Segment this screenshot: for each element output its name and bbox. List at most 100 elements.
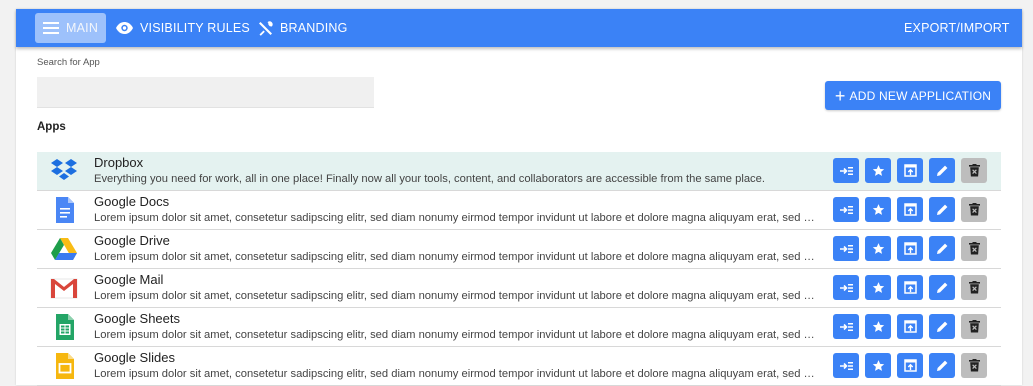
open-button[interactable] xyxy=(897,353,923,378)
edit-pencil-icon xyxy=(936,321,947,332)
move-icon xyxy=(840,322,853,331)
app-description: Lorem ipsum dolor sit amet, consetetur s… xyxy=(94,329,818,341)
tab-branding-label: BRANDING xyxy=(280,21,348,35)
star-icon xyxy=(872,321,884,332)
tab-main[interactable]: MAIN xyxy=(35,13,107,43)
edit-button[interactable] xyxy=(929,314,955,339)
app-window: MAIN VISIBILITY RULES BRANDING EXPORT/IM… xyxy=(16,9,1022,386)
favorite-button[interactable] xyxy=(865,353,891,378)
edit-pencil-icon xyxy=(936,165,947,176)
move-button[interactable] xyxy=(833,314,859,339)
app-name: Google Docs xyxy=(94,194,170,209)
delete-button[interactable] xyxy=(961,275,987,300)
add-new-application-button[interactable]: + ADD NEW APPLICATION xyxy=(825,81,1001,110)
app-row-google-drive[interactable]: Google Drive Lorem ipsum dolor sit amet,… xyxy=(37,230,1001,269)
edit-button[interactable] xyxy=(929,197,955,222)
tab-branding[interactable]: BRANDING xyxy=(258,13,348,43)
row-actions xyxy=(833,353,987,378)
edit-button[interactable] xyxy=(929,236,955,261)
delete-trash-icon xyxy=(968,281,980,294)
delete-button[interactable] xyxy=(961,314,987,339)
search-input[interactable] xyxy=(37,77,374,108)
star-icon xyxy=(872,204,884,215)
favorite-button[interactable] xyxy=(865,314,891,339)
apps-list: Dropbox Everything you need for work, al… xyxy=(37,152,1001,386)
open-in-new-icon xyxy=(903,203,917,216)
move-button[interactable] xyxy=(833,236,859,261)
row-actions xyxy=(833,314,987,339)
eye-icon xyxy=(116,22,133,34)
favorite-button[interactable] xyxy=(865,197,891,222)
open-in-new-icon xyxy=(903,242,917,255)
open-in-new-icon xyxy=(903,281,917,294)
move-button[interactable] xyxy=(833,275,859,300)
edit-pencil-icon xyxy=(936,282,947,293)
app-row-google-mail[interactable]: Google Mail Lorem ipsum dolor sit amet, … xyxy=(37,269,1001,308)
move-icon xyxy=(840,205,853,214)
favorite-button[interactable] xyxy=(865,236,891,261)
star-icon xyxy=(872,282,884,293)
move-icon xyxy=(840,166,853,175)
edit-button[interactable] xyxy=(929,275,955,300)
move-button[interactable] xyxy=(833,353,859,378)
favorite-button[interactable] xyxy=(865,275,891,300)
app-name: Google Sheets xyxy=(94,311,181,326)
row-actions xyxy=(833,275,987,300)
app-row-google-sheets[interactable]: Google Sheets Lorem ipsum dolor sit amet… xyxy=(37,308,1001,347)
move-button[interactable] xyxy=(833,197,859,222)
delete-button[interactable] xyxy=(961,236,987,261)
move-icon xyxy=(840,361,853,370)
app-description: Lorem ipsum dolor sit amet, consetetur s… xyxy=(94,290,818,302)
star-icon xyxy=(872,243,884,254)
delete-button[interactable] xyxy=(961,158,987,183)
top-navigation-bar: MAIN VISIBILITY RULES BRANDING EXPORT/IM… xyxy=(16,9,1022,47)
edit-pencil-icon xyxy=(936,243,947,254)
edit-button[interactable] xyxy=(929,353,955,378)
app-description: Everything you need for work, all in one… xyxy=(94,173,765,185)
move-icon xyxy=(840,283,853,292)
export-import-label: EXPORT/IMPORT xyxy=(904,21,1010,35)
open-in-new-icon xyxy=(903,164,917,177)
open-button[interactable] xyxy=(897,197,923,222)
row-actions xyxy=(833,197,987,222)
search-label: Search for App xyxy=(37,57,100,68)
app-description: Lorem ipsum dolor sit amet, consetetur s… xyxy=(94,368,818,380)
app-name: Google Slides xyxy=(94,350,175,365)
delete-trash-icon xyxy=(968,203,980,216)
delete-trash-icon xyxy=(968,164,980,177)
google-docs-icon xyxy=(49,195,79,225)
open-in-new-icon xyxy=(903,359,917,372)
open-button[interactable] xyxy=(897,158,923,183)
tools-icon xyxy=(259,20,273,36)
row-actions xyxy=(833,158,987,183)
open-button[interactable] xyxy=(897,314,923,339)
edit-pencil-icon xyxy=(936,204,947,215)
add-new-application-label: ADD NEW APPLICATION xyxy=(849,88,992,103)
delete-trash-icon xyxy=(968,359,980,372)
delete-button[interactable] xyxy=(961,353,987,378)
open-button[interactable] xyxy=(897,236,923,261)
row-actions xyxy=(833,236,987,261)
app-name: Google Mail xyxy=(94,272,164,287)
google-drive-icon xyxy=(49,234,79,264)
plus-icon: + xyxy=(834,85,846,106)
open-button[interactable] xyxy=(897,275,923,300)
open-in-new-icon xyxy=(903,320,917,333)
move-button[interactable] xyxy=(833,158,859,183)
app-row-google-slides[interactable]: Google Slides Lorem ipsum dolor sit amet… xyxy=(37,347,1001,386)
menu-icon xyxy=(43,22,59,34)
app-row-dropbox[interactable]: Dropbox Everything you need for work, al… xyxy=(37,152,1001,191)
star-icon xyxy=(872,360,884,371)
tab-main-label: MAIN xyxy=(66,21,99,35)
delete-button[interactable] xyxy=(961,197,987,222)
favorite-button[interactable] xyxy=(865,158,891,183)
edit-button[interactable] xyxy=(929,158,955,183)
dropbox-icon xyxy=(49,156,79,186)
app-row-google-docs[interactable]: Google Docs Lorem ipsum dolor sit amet, … xyxy=(37,191,1001,230)
app-description: Lorem ipsum dolor sit amet, consetetur s… xyxy=(94,251,818,263)
export-import-button[interactable]: EXPORT/IMPORT xyxy=(904,13,1010,43)
tab-visibility-rules-label: VISIBILITY RULES xyxy=(140,21,250,35)
google-slides-icon xyxy=(49,351,79,381)
tab-visibility-rules[interactable]: VISIBILITY RULES xyxy=(116,13,250,43)
google-sheets-icon xyxy=(49,312,79,342)
